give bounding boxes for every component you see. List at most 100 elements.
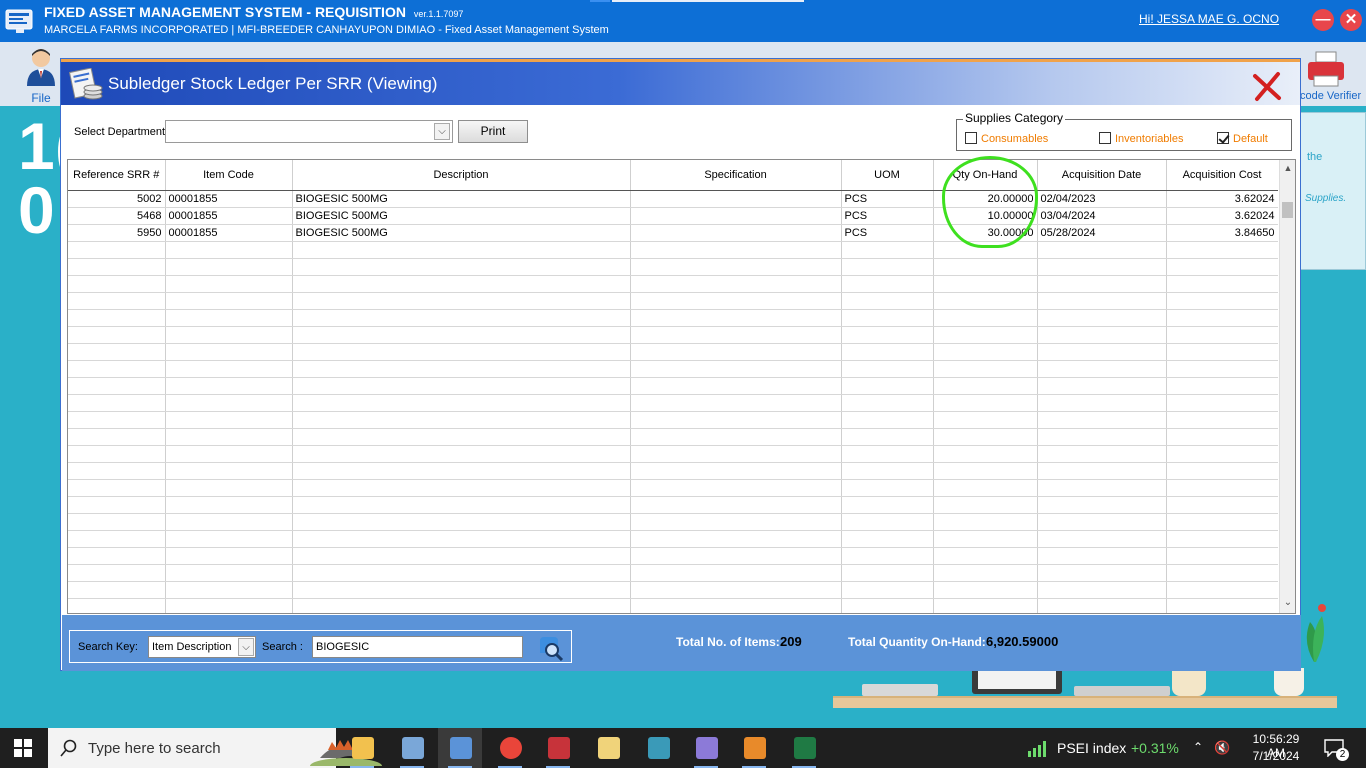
close-icon[interactable] xyxy=(1251,70,1283,102)
empty-cell xyxy=(68,581,166,599)
barcode-verifier-label[interactable]: code Verifier xyxy=(1300,90,1361,102)
column-header[interactable]: UOM xyxy=(841,160,934,191)
vertical-scrollbar[interactable]: ▲ ⌄ xyxy=(1279,160,1295,613)
empty-cell xyxy=(1037,428,1167,446)
uom-cell[interactable]: PCS xyxy=(841,190,934,208)
clock-date[interactable]: 7/1/2024 xyxy=(1243,749,1309,763)
minimize-button[interactable]: — xyxy=(1312,9,1334,31)
uom-cell[interactable]: PCS xyxy=(841,207,934,225)
empty-cell xyxy=(292,581,631,599)
search-icon xyxy=(60,739,77,757)
empty-cell xyxy=(630,411,842,429)
description-cell[interactable]: BIOGESIC 500MG xyxy=(292,190,631,208)
table-row[interactable]: 5950 00001855 BIOGESIC 500MG PCS 30.0000… xyxy=(68,224,1278,242)
acq-cost-cell[interactable]: 3.84650 xyxy=(1166,224,1278,242)
scroll-thumb[interactable] xyxy=(1282,202,1293,218)
print-button[interactable]: Print xyxy=(458,120,528,143)
taskbar-image-viewer[interactable] xyxy=(390,728,434,768)
user-greeting-link[interactable]: Hi! JESSA MAE G. OCNO xyxy=(1139,12,1279,26)
empty-cell xyxy=(1166,275,1278,293)
chevron-down-icon[interactable]: ⌵ xyxy=(238,638,254,656)
empty-cell xyxy=(292,360,631,378)
qty-cell[interactable]: 20.00000 xyxy=(933,190,1038,208)
taskbar-notes[interactable] xyxy=(586,728,630,768)
table-row[interactable]: 5468 00001855 BIOGESIC 500MG PCS 10.0000… xyxy=(68,207,1278,225)
search-key-select[interactable]: Item Description ⌵ xyxy=(148,636,256,658)
column-header[interactable]: Specification xyxy=(630,160,842,191)
item-code-cell[interactable]: 00001855 xyxy=(165,190,293,208)
speaker-muted-icon[interactable]: 🔇 xyxy=(1214,740,1230,756)
search-key-value: Item Description xyxy=(152,641,232,653)
taskbar-app-red[interactable] xyxy=(536,728,580,768)
empty-cell xyxy=(1166,326,1278,344)
uom-cell[interactable]: PCS xyxy=(841,224,934,242)
empty-table-row xyxy=(68,479,1278,497)
supplies-category-legend: Supplies Category xyxy=(963,111,1066,125)
empty-cell xyxy=(1037,360,1167,378)
empty-cell xyxy=(1166,394,1278,412)
column-header[interactable]: Qty On-Hand xyxy=(933,160,1038,191)
search-label: Search : xyxy=(262,641,303,653)
empty-cell xyxy=(68,411,166,429)
specification-cell[interactable] xyxy=(630,190,842,208)
checkbox-checked-icon[interactable] xyxy=(1217,132,1229,144)
qty-cell[interactable]: 10.00000 xyxy=(933,207,1038,225)
item-code-cell[interactable]: 00001855 xyxy=(165,207,293,225)
acq-date-cell[interactable]: 03/04/2024 xyxy=(1037,207,1167,225)
srr-cell[interactable]: 5468 xyxy=(68,207,166,225)
empty-cell xyxy=(933,428,1038,446)
department-select[interactable]: ⌵ xyxy=(165,120,453,143)
taskbar-app-teal[interactable] xyxy=(636,728,680,768)
column-header[interactable]: Reference SRR # xyxy=(68,160,166,191)
inventoriables-checkbox[interactable]: Inventoriables xyxy=(1099,132,1184,145)
empty-cell xyxy=(165,428,293,446)
default-checkbox[interactable]: Default xyxy=(1217,132,1268,145)
close-app-button[interactable]: ✕ xyxy=(1340,9,1362,31)
checkbox-icon[interactable] xyxy=(965,132,977,144)
srr-cell[interactable]: 5950 xyxy=(68,224,166,242)
psei-change[interactable]: +0.31% xyxy=(1131,740,1179,756)
app-version: ver.1.1.7097 xyxy=(413,9,464,19)
image-viewer-icon xyxy=(402,737,424,759)
acq-date-cell[interactable]: 02/04/2023 xyxy=(1037,190,1167,208)
chevron-down-icon[interactable]: ⌵ xyxy=(434,123,450,140)
scroll-down-icon[interactable]: ⌄ xyxy=(1280,597,1295,611)
search-input[interactable] xyxy=(312,636,523,658)
acq-date-cell[interactable]: 05/28/2024 xyxy=(1037,224,1167,242)
empty-cell xyxy=(933,241,1038,259)
taskbar-chrome[interactable] xyxy=(488,728,532,768)
specification-cell[interactable] xyxy=(630,224,842,242)
table-row[interactable]: 5002 00001855 BIOGESIC 500MG PCS 20.0000… xyxy=(68,190,1278,208)
taskbar-excel[interactable] xyxy=(782,728,826,768)
scroll-up-icon[interactable]: ▲ xyxy=(1280,163,1295,177)
empty-cell xyxy=(68,598,166,613)
taskbar-app-colorful[interactable] xyxy=(732,728,776,768)
column-header[interactable]: Item Code xyxy=(165,160,293,191)
checkbox-icon[interactable] xyxy=(1099,132,1111,144)
specification-cell[interactable] xyxy=(630,207,842,225)
background-hint-panel: the Supplies. xyxy=(1300,112,1366,270)
acq-cost-cell[interactable]: 3.62024 xyxy=(1166,207,1278,225)
hint-text: the xyxy=(1307,151,1323,163)
taskbar-network[interactable] xyxy=(684,728,728,768)
qty-cell[interactable]: 30.00000 xyxy=(933,224,1038,242)
column-header[interactable]: Description xyxy=(292,160,631,191)
description-cell[interactable]: BIOGESIC 500MG xyxy=(292,224,631,242)
srr-cell[interactable]: 5002 xyxy=(68,190,166,208)
hint-text: Supplies. xyxy=(1305,193,1347,204)
taskbar-search-box[interactable]: Type here to search xyxy=(48,728,382,768)
search-icon[interactable] xyxy=(536,633,564,661)
column-header[interactable]: Acquisition Cost xyxy=(1166,160,1278,191)
file-menu-button[interactable]: File xyxy=(18,46,64,105)
tray-chevron-up-icon[interactable]: ⌃ xyxy=(1193,740,1203,754)
item-code-cell[interactable]: 00001855 xyxy=(165,224,293,242)
taskbar-fixed-asset-app[interactable] xyxy=(438,728,482,768)
windows-start-icon[interactable] xyxy=(14,739,32,757)
taskbar-file-explorer[interactable] xyxy=(340,728,384,768)
psei-label[interactable]: PSEI index xyxy=(1057,740,1126,756)
description-cell[interactable]: BIOGESIC 500MG xyxy=(292,207,631,225)
column-header[interactable]: Acquisition Date xyxy=(1037,160,1167,191)
consumables-checkbox[interactable]: Consumables xyxy=(965,132,1048,145)
empty-cell xyxy=(1037,581,1167,599)
acq-cost-cell[interactable]: 3.62024 xyxy=(1166,190,1278,208)
